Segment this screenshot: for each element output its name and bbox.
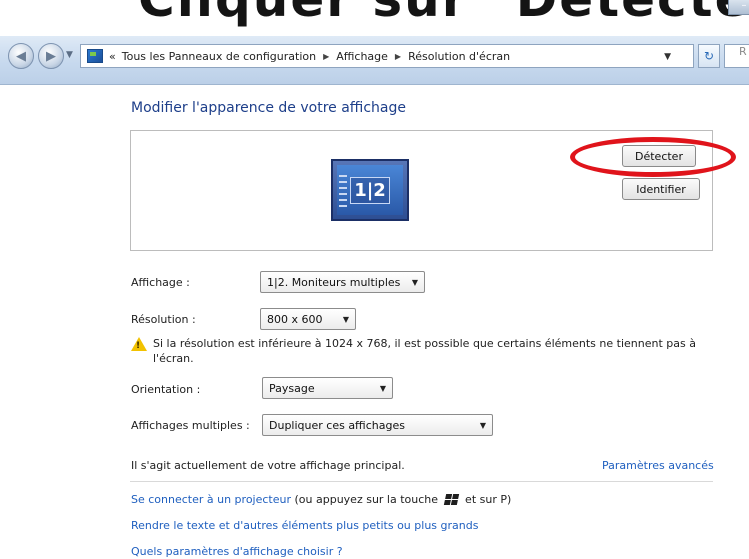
breadcrumb-separator-icon[interactable]: ▶: [323, 52, 329, 61]
refresh-button[interactable]: ↻: [698, 44, 720, 68]
projector-link[interactable]: Se connecter à un projecteur: [131, 493, 291, 506]
refresh-icon: ↻: [703, 49, 715, 63]
chevron-down-icon: ▼: [479, 421, 486, 430]
back-icon: ◀: [16, 48, 26, 64]
which-settings-link[interactable]: Quels paramètres d'affichage choisir ?: [131, 545, 343, 558]
search-input[interactable]: R: [724, 44, 749, 68]
projector-hint-after: et sur P): [465, 493, 512, 506]
address-dropdown-icon[interactable]: ▼: [664, 52, 671, 62]
minimize-button[interactable]: –: [728, 0, 749, 15]
slide-banner: Cliquer sur "Détecter": [0, 0, 749, 36]
display-label: Affichage :: [131, 276, 190, 289]
chevron-down-icon: ▼: [379, 384, 386, 393]
monitor-number-label: 1|2: [350, 176, 390, 204]
breadcrumb-prefix[interactable]: «: [109, 50, 116, 63]
breadcrumb-item-all-panels[interactable]: Tous les Panneaux de configuration: [122, 50, 316, 63]
banner-title: Cliquer sur "Détecter": [138, 0, 749, 28]
windows-logo-icon: [443, 494, 460, 505]
breadcrumb-item-display[interactable]: Affichage: [336, 50, 388, 63]
page-title: Modifier l'apparence de votre affichage: [131, 100, 406, 116]
warning-text: Si la résolution est inférieure à 1024 x…: [153, 337, 696, 365]
monitor-icon[interactable]: 1|2: [331, 159, 409, 221]
address-bar[interactable]: « Tous les Panneaux de configuration ▶ A…: [80, 44, 694, 68]
multiple-displays-label: Affichages multiples :: [131, 419, 250, 432]
chevron-down-icon: ▼: [342, 315, 349, 324]
explorer-toolbar: ◀ ▶ ▼ « Tous les Panneaux de configurati…: [0, 36, 749, 85]
highlight-ellipse: [570, 137, 736, 177]
control-panel-icon: [87, 49, 103, 63]
monitor-screen: 1|2: [337, 165, 403, 215]
multiple-displays-select[interactable]: Dupliquer ces affichages ▼: [262, 414, 493, 436]
orientation-select[interactable]: Paysage ▼: [262, 377, 393, 399]
breadcrumb-separator-icon[interactable]: ▶: [395, 52, 401, 61]
history-dropdown-icon[interactable]: ▼: [66, 50, 73, 60]
orientation-select-value: Paysage: [269, 381, 315, 395]
display-select-value: 1|2. Moniteurs multiples: [267, 275, 401, 289]
projector-hint-before: (ou appuyez sur la touche: [294, 493, 439, 506]
resolution-select-value: 800 x 600: [267, 312, 323, 326]
text-size-link[interactable]: Rendre le texte et d'autres éléments plu…: [131, 519, 478, 532]
chevron-down-icon: ▼: [411, 278, 418, 287]
display-select[interactable]: 1|2. Moniteurs multiples ▼: [260, 271, 425, 293]
projector-row: Se connecter à un projecteur (ou appuyez…: [131, 493, 511, 506]
multiple-displays-select-value: Dupliquer ces affichages: [269, 418, 405, 432]
forward-icon: ▶: [46, 48, 56, 64]
forward-button[interactable]: ▶: [38, 43, 64, 69]
search-placeholder: R: [739, 45, 747, 58]
resolution-label: Résolution :: [131, 313, 196, 326]
advanced-settings-link[interactable]: Paramètres avancés: [602, 459, 714, 472]
identify-button[interactable]: Identifier: [622, 178, 700, 200]
monitor-side-detail: [339, 175, 347, 211]
breadcrumb-item-resolution[interactable]: Résolution d'écran: [408, 50, 510, 63]
orientation-label: Orientation :: [131, 383, 201, 396]
principal-display-text: Il s'agit actuellement de votre affichag…: [131, 459, 405, 472]
back-button[interactable]: ◀: [8, 43, 34, 69]
resolution-select[interactable]: 800 x 600 ▼: [260, 308, 356, 330]
divider: [130, 481, 713, 482]
